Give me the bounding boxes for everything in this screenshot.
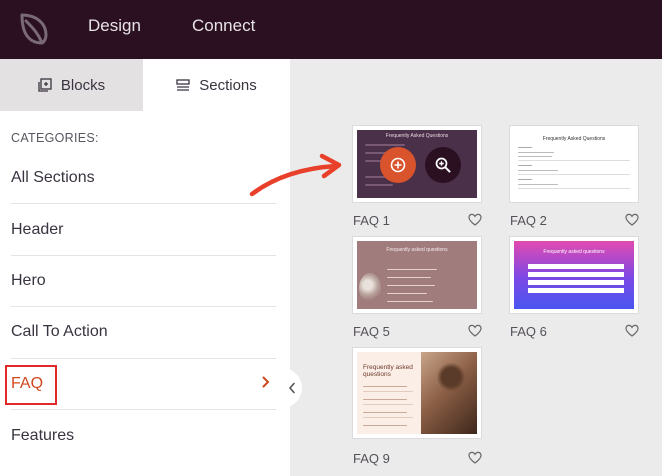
nav-connect[interactable]: Connect	[192, 16, 255, 36]
top-bar: Design Connect	[0, 0, 662, 59]
favorite-heart-icon[interactable]	[468, 213, 482, 226]
category-label: Hero	[11, 271, 46, 289]
section-card-faq-6[interactable]: Frequently asked questions	[509, 236, 639, 314]
category-features[interactable]: Features	[11, 410, 276, 461]
collapse-sidebar-button[interactable]	[282, 368, 302, 408]
section-label-faq-6: FAQ 6	[510, 324, 547, 339]
chevron-left-icon	[288, 382, 295, 394]
section-thumbnail: Frequently asked questions	[357, 241, 477, 309]
section-card-faq-1[interactable]: Frequently Asked Questions	[352, 125, 482, 203]
highlight-box	[5, 364, 57, 405]
section-thumbnail: Frequently Asked Questions	[514, 130, 634, 198]
section-label-faq-5: FAQ 5	[353, 324, 390, 339]
category-label: Features	[11, 426, 75, 444]
plus-icon	[390, 157, 406, 173]
zoom-in-icon	[435, 157, 451, 173]
section-card-faq-9[interactable]: Frequently asked questions	[352, 347, 482, 439]
pointer-arrow-icon	[249, 153, 342, 197]
category-label: Header	[11, 220, 64, 238]
chevron-right-icon	[262, 376, 270, 388]
sidebar-tabs: Blocks Sections	[0, 59, 290, 111]
blocks-icon	[38, 78, 52, 92]
section-thumbnail: Frequently asked questions	[357, 352, 477, 434]
thumbnail-title: Frequently asked questions	[363, 364, 413, 378]
sidebar: Blocks Sections CATEGORIES: All Sections…	[0, 59, 290, 476]
tab-blocks-label: Blocks	[60, 76, 106, 94]
category-label: All Sections	[11, 169, 95, 187]
tab-sections-label: Sections	[199, 76, 257, 94]
category-hero[interactable]: Hero	[11, 256, 276, 308]
preview-section-button[interactable]	[425, 147, 461, 183]
section-label-faq-1: FAQ 1	[353, 213, 390, 228]
category-header[interactable]: Header	[11, 204, 276, 256]
favorite-heart-icon[interactable]	[468, 451, 482, 464]
tab-blocks[interactable]: Blocks	[0, 59, 143, 111]
sections-icon	[176, 79, 190, 91]
seedprod-logo-icon[interactable]	[14, 9, 54, 49]
categories-heading: CATEGORIES:	[11, 131, 99, 145]
section-thumbnail: Frequently asked questions	[514, 241, 634, 309]
favorite-heart-icon[interactable]	[625, 213, 639, 226]
nav-design[interactable]: Design	[88, 16, 141, 36]
category-faq[interactable]: FAQ	[5, 359, 276, 410]
thumbnail-title: Frequently Asked Questions	[385, 133, 449, 139]
add-section-button[interactable]	[380, 147, 416, 183]
thumbnail-title: Frequently asked questions	[386, 247, 448, 253]
thumbnail-title: Frequently asked questions	[543, 249, 605, 255]
section-thumbnail: Frequently Asked Questions	[357, 130, 477, 198]
section-label-faq-2: FAQ 2	[510, 213, 547, 228]
tab-sections[interactable]: Sections	[143, 59, 290, 111]
category-list: All Sections Header Hero Call To Action …	[5, 153, 276, 461]
favorite-heart-icon[interactable]	[625, 324, 639, 337]
thumbnail-title: Frequently Asked Questions	[542, 136, 606, 142]
favorite-heart-icon[interactable]	[468, 324, 482, 337]
section-label-faq-9: FAQ 9	[353, 451, 390, 466]
category-call-to-action[interactable]: Call To Action	[11, 307, 276, 359]
section-card-faq-2[interactable]: Frequently Asked Questions	[509, 125, 639, 203]
category-label: Call To Action	[11, 323, 108, 341]
category-all-sections[interactable]: All Sections	[11, 153, 276, 205]
section-card-faq-5[interactable]: Frequently asked questions	[352, 236, 482, 314]
